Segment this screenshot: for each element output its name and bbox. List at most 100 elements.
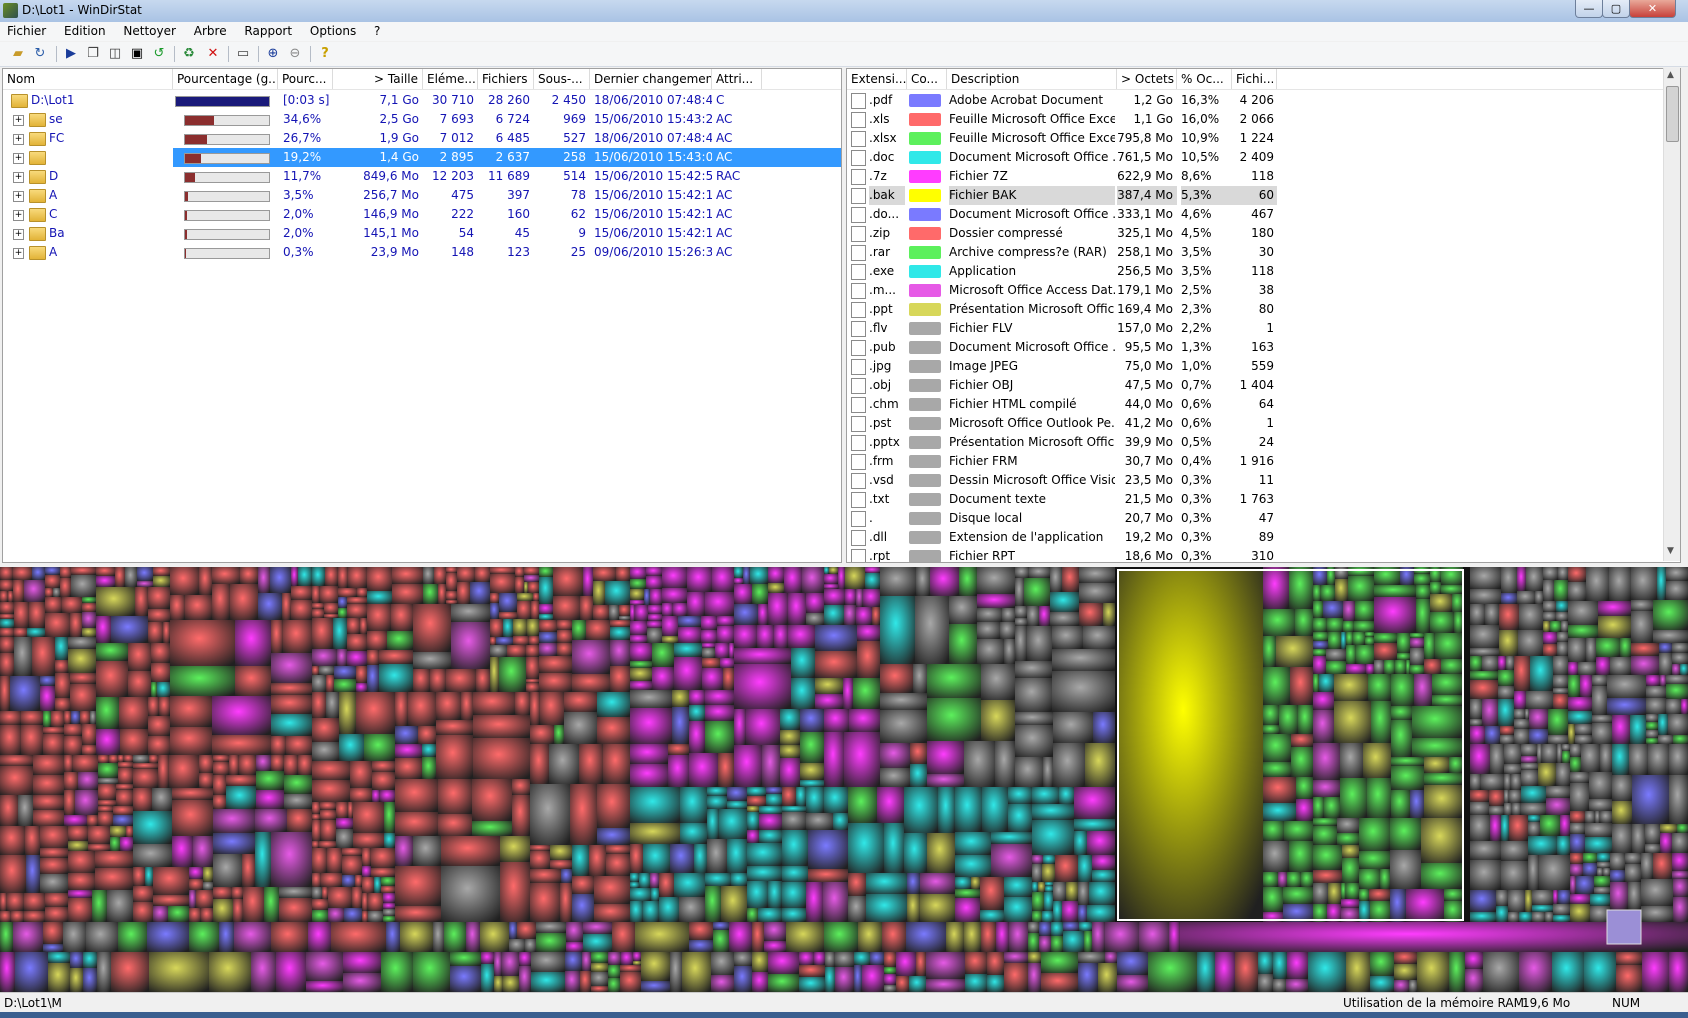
column-header-last-change[interactable]: Dernier changement	[590, 69, 712, 89]
treemap-tile[interactable]	[438, 779, 472, 814]
treemap-tile[interactable]	[338, 597, 347, 608]
treemap-tile[interactable]	[1598, 601, 1631, 616]
extension-row[interactable]: .chm Fichier HTML compilé 44,0 Mo 0,6% 64	[847, 395, 1662, 414]
treemap-tile[interactable]	[1514, 709, 1525, 719]
treemap-tile[interactable]	[342, 875, 355, 887]
treemap-tile[interactable]	[383, 903, 395, 909]
treemap-tile[interactable]	[338, 588, 357, 597]
treemap-tile[interactable]	[782, 866, 808, 882]
treemap-tile[interactable]	[662, 636, 678, 643]
treemap-tile[interactable]	[750, 567, 768, 584]
treemap-tile[interactable]	[96, 729, 120, 755]
treemap-tile[interactable]	[880, 567, 916, 596]
column-header-size[interactable]: > Taille	[333, 69, 423, 89]
treemap-tile[interactable]	[133, 867, 145, 886]
treemap-tile[interactable]	[342, 848, 362, 856]
treemap-tile[interactable]	[418, 726, 436, 744]
treemap-tile[interactable]	[1348, 576, 1374, 601]
treemap-tile[interactable]	[1032, 864, 1042, 882]
treemap-tile[interactable]	[1594, 887, 1610, 894]
treemap-tile[interactable]	[633, 952, 641, 961]
treemap-tile[interactable]	[212, 584, 230, 620]
treemap-tile[interactable]	[356, 683, 367, 692]
treemap-tile[interactable]	[1313, 601, 1323, 618]
treemap-tile[interactable]	[1000, 622, 1015, 639]
treemap-tile[interactable]	[1421, 818, 1463, 863]
tree-row[interactable]: + A 3,5% 256,7 Mo 475 397 78 15/06/2010 15:42:1…	[3, 186, 839, 205]
treemap-tile[interactable]	[43, 727, 64, 734]
treemap-tile[interactable]	[312, 675, 326, 692]
treemap-tile[interactable]	[1321, 585, 1335, 601]
treemap-tile[interactable]	[0, 725, 21, 755]
treemap-tile[interactable]	[1668, 714, 1688, 735]
treemap-tile[interactable]	[1326, 661, 1346, 674]
treemap-tile[interactable]	[759, 814, 782, 830]
treemap-tile[interactable]	[610, 620, 630, 627]
treemap-tile[interactable]	[682, 952, 711, 992]
treemap-tile[interactable]	[1570, 876, 1576, 894]
treemap-tile[interactable]	[1659, 643, 1672, 653]
treemap-tile[interactable]	[620, 972, 641, 992]
treemap-tile[interactable]	[1470, 648, 1499, 656]
treemap-tile[interactable]	[833, 813, 848, 830]
treemap-tile[interactable]	[1367, 778, 1391, 818]
treemap-tile[interactable]	[1508, 890, 1525, 912]
treemap-tile[interactable]	[55, 673, 70, 698]
treemap-tile[interactable]	[185, 595, 212, 620]
treemap-tile[interactable]	[1568, 697, 1592, 711]
treemap-tile[interactable]	[1015, 626, 1027, 661]
treemap-tile[interactable]	[312, 873, 321, 887]
treemap-tile[interactable]	[120, 729, 148, 755]
treemap-tile[interactable]	[848, 787, 877, 823]
treemap-tile[interactable]	[1628, 882, 1641, 910]
treemap-tile[interactable]	[1470, 604, 1485, 625]
extension-row[interactable]: .doc Document Microsoft Office ... 761,5 M…	[847, 148, 1662, 167]
treemap-tile[interactable]	[1045, 882, 1053, 886]
treemap-tile[interactable]	[734, 625, 757, 648]
extension-row[interactable]: .xlsx Feuille Microsoft Office Excel 795,8…	[847, 129, 1662, 148]
treemap-tile[interactable]	[630, 764, 668, 787]
treemap-tile[interactable]	[338, 567, 348, 588]
treemap-tile[interactable]	[1051, 922, 1063, 936]
treemap-tile[interactable]	[1287, 952, 1308, 979]
treemap-tile[interactable]	[1452, 594, 1463, 612]
treemap-tile[interactable]	[679, 897, 705, 922]
treemap-tile[interactable]	[603, 744, 630, 784]
treemap-tile[interactable]	[70, 684, 96, 711]
treemap-tile[interactable]	[1612, 801, 1632, 824]
treemap-tile[interactable]	[1032, 892, 1044, 911]
treemap-tile[interactable]	[705, 886, 721, 922]
treemap-tile[interactable]	[1470, 589, 1501, 604]
treemap-tile[interactable]	[1053, 712, 1093, 743]
treemap-tile[interactable]	[1500, 726, 1514, 735]
treemap-tile[interactable]	[1273, 952, 1287, 979]
treemap-tile[interactable]	[1653, 630, 1688, 643]
treemap-tile[interactable]	[1441, 585, 1463, 594]
treemap-tile[interactable]	[1592, 686, 1607, 715]
column-header-bytes[interactable]: > Octets	[1117, 69, 1177, 89]
treemap-tile[interactable]	[1052, 626, 1083, 649]
treemap-tile[interactable]	[392, 567, 423, 584]
treemap-tile[interactable]	[1658, 714, 1668, 735]
treemap-tile[interactable]	[815, 625, 857, 651]
treemap-tile[interactable]	[1313, 618, 1327, 632]
tree-row[interactable]: D:\Lot1 [0:03 s] 7,1 Go 30 710 28 260 2 450 18…	[3, 91, 839, 110]
treemap-tile[interactable]	[1570, 757, 1581, 772]
treemap-tile[interactable]	[71, 567, 96, 575]
treemap-tile[interactable]	[473, 738, 530, 779]
treemap-tile[interactable]	[752, 584, 768, 604]
treemap-tile[interactable]	[209, 952, 251, 992]
treemap-tile[interactable]	[461, 692, 473, 720]
treemap-tile[interactable]	[1641, 906, 1673, 922]
treemap-tile[interactable]	[1092, 870, 1115, 882]
treemap-tile[interactable]	[524, 575, 539, 582]
treemap-tile[interactable]	[507, 645, 526, 657]
treemap-tile[interactable]	[808, 830, 848, 869]
treemap-tile[interactable]	[1370, 952, 1394, 976]
treemap-tile[interactable]	[98, 763, 118, 778]
treemap-tile[interactable]	[1374, 660, 1384, 674]
treemap-tile[interactable]	[45, 893, 68, 907]
treemap-tile[interactable]	[118, 922, 147, 952]
treemap-tile[interactable]	[512, 779, 530, 795]
treemap-tile[interactable]	[148, 716, 170, 736]
